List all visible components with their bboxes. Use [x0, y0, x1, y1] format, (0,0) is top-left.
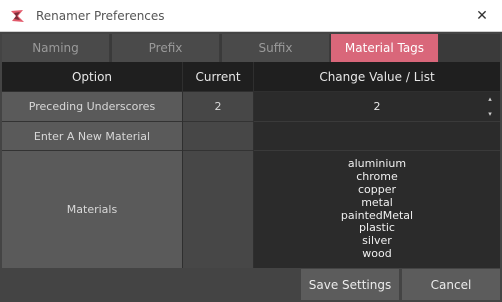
column-header-option: Option [2, 62, 182, 91]
tab-label: Suffix [258, 41, 293, 55]
close-button[interactable]: ✕ [462, 0, 502, 32]
close-icon: ✕ [476, 8, 488, 24]
list-item[interactable]: wood [341, 247, 413, 261]
cancel-button[interactable]: Cancel [402, 269, 500, 300]
list-item[interactable]: metal [341, 196, 413, 210]
underscores-spinbox[interactable]: 2 ▴ ▾ [254, 92, 500, 122]
spin-down-icon[interactable]: ▾ [488, 111, 492, 118]
materials-list-items: aluminium chrome copper metal paintedMet… [341, 157, 413, 261]
app-logo-icon [11, 10, 24, 22]
tab-label: Naming [32, 41, 79, 55]
column-header-current: Current [183, 62, 253, 91]
list-item[interactable]: aluminium [341, 157, 413, 171]
materials-list[interactable]: aluminium chrome copper metal paintedMet… [254, 151, 500, 268]
current-value-materials [183, 151, 253, 268]
column-header-change-value: Change Value / List [254, 62, 500, 91]
list-item[interactable]: copper [341, 183, 413, 197]
save-settings-button[interactable]: Save Settings [301, 269, 399, 300]
tab-naming[interactable]: Naming [2, 34, 110, 62]
row-label-enter-new-material: Enter A New Material [2, 122, 182, 151]
new-material-input[interactable] [254, 122, 500, 151]
spinbox-value: 2 [373, 100, 381, 113]
tab-prefix[interactable]: Prefix [112, 34, 220, 62]
tab-suffix[interactable]: Suffix [222, 34, 330, 62]
spin-up-icon[interactable]: ▴ [488, 96, 492, 103]
tab-label: Prefix [148, 41, 183, 55]
button-bar: Save Settings Cancel [2, 269, 500, 300]
window-title: Renamer Preferences [36, 9, 165, 23]
row-label-preceding-underscores: Preceding Underscores [2, 92, 182, 122]
settings-table: Option Current Change Value / List Prece… [2, 62, 500, 268]
row-label-materials: Materials [2, 151, 182, 268]
current-value-preceding-underscores: 2 [183, 92, 253, 122]
tab-bar: Naming Prefix Suffix Material Tags [2, 34, 500, 62]
tab-label: Material Tags [344, 41, 425, 55]
tab-material-tags[interactable]: Material Tags [331, 34, 439, 62]
title-bar: Renamer Preferences ✕ [0, 0, 502, 32]
current-value-new-material [183, 122, 253, 151]
spinbox-arrows: ▴ ▾ [486, 96, 494, 118]
list-item[interactable]: chrome [341, 170, 413, 184]
